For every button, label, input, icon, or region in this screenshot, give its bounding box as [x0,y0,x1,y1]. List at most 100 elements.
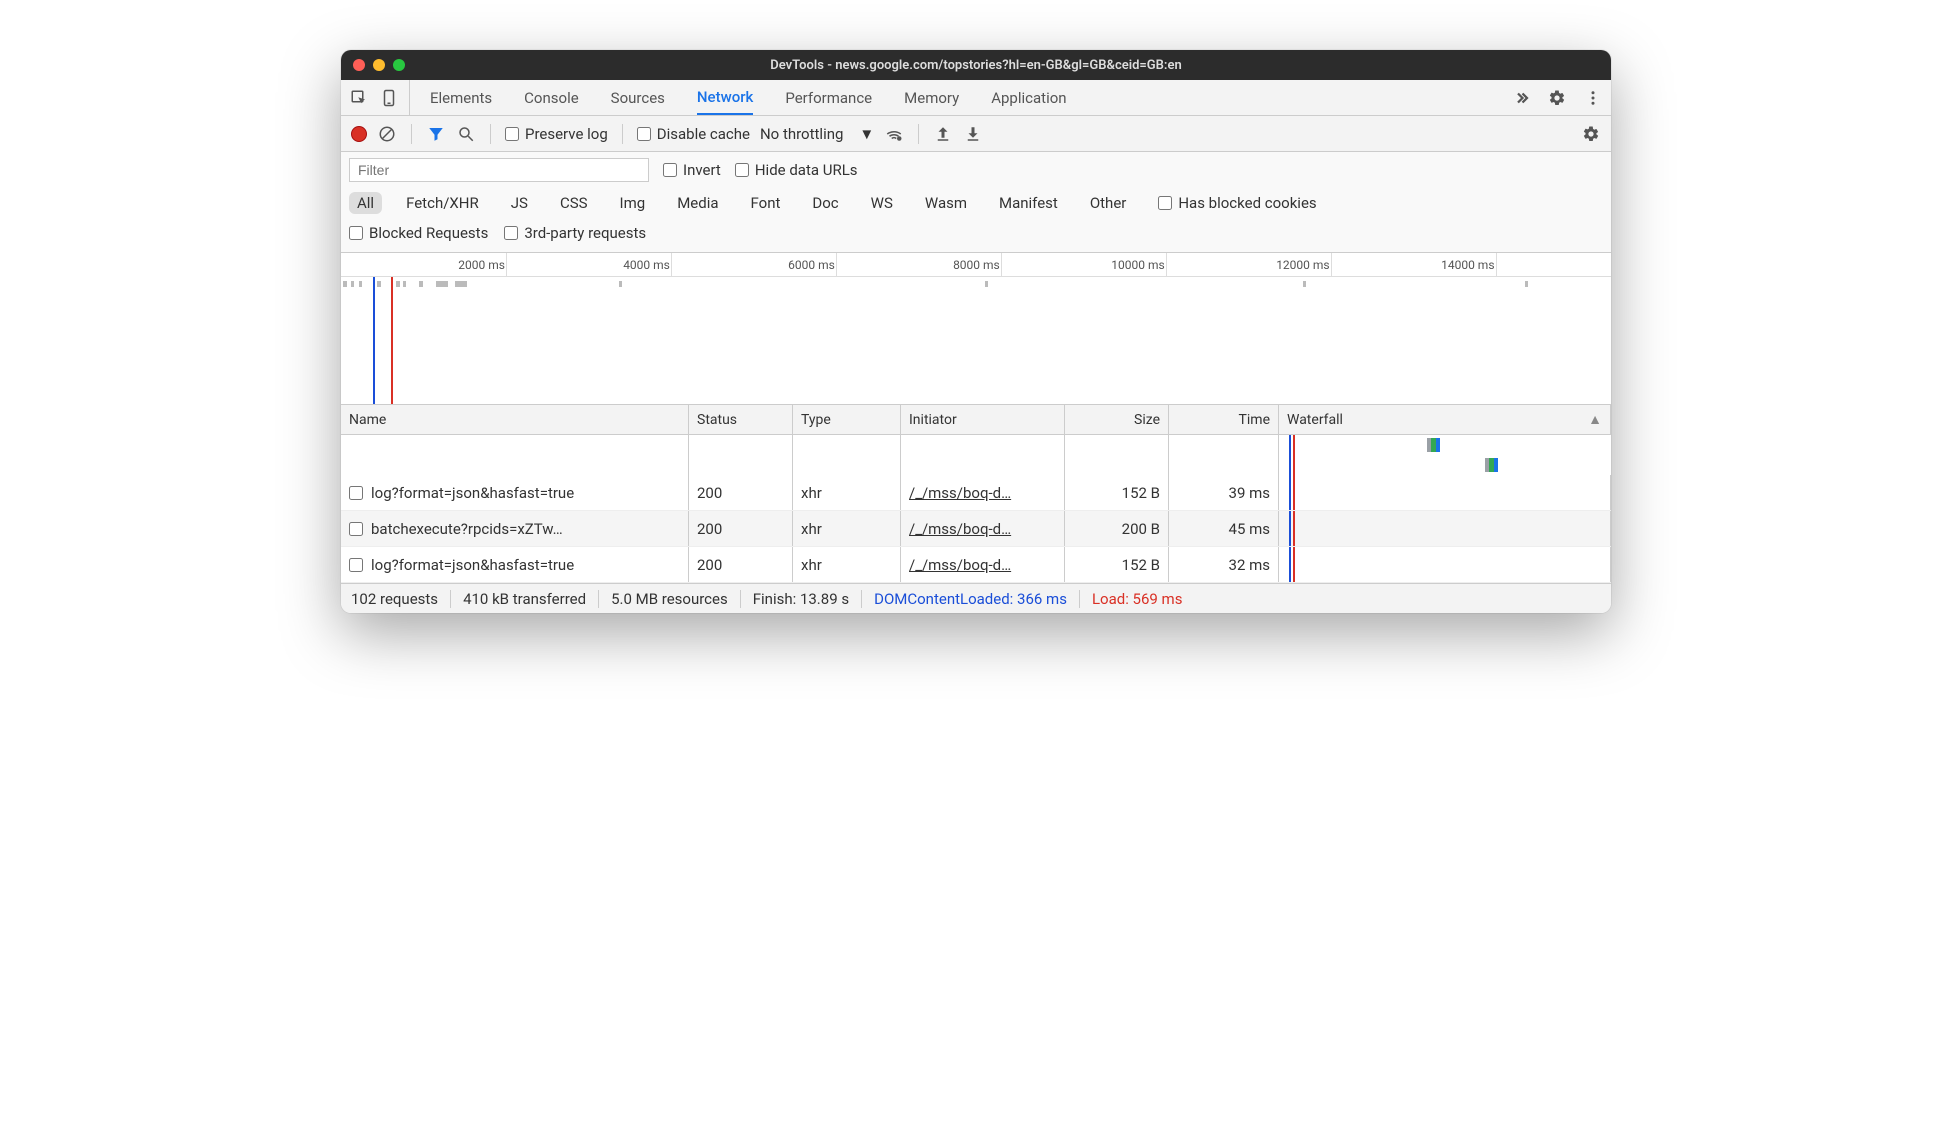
col-name[interactable]: Name [341,405,689,434]
upload-har-icon[interactable] [933,124,953,144]
request-status: 200 [689,475,793,510]
request-initiator[interactable]: /_/mss/boq-d… [909,520,1011,538]
maximize-window-button[interactable] [393,59,405,71]
tab-performance[interactable]: Performance [785,80,872,115]
filter-type-fetchxhr[interactable]: Fetch/XHR [398,192,487,214]
timeline-overview[interactable]: 2000 ms4000 ms6000 ms8000 ms10000 ms1200… [341,253,1611,405]
tab-memory[interactable]: Memory [904,80,959,115]
disable-cache-label: Disable cache [657,125,750,143]
filter-type-ws[interactable]: WS [863,192,901,214]
hide-data-urls-label: Hide data URLs [755,161,858,179]
request-size: 152 B [1065,475,1169,510]
col-size[interactable]: Size [1065,405,1169,434]
network-settings-gear-icon[interactable] [1581,124,1601,144]
inspect-element-icon[interactable] [349,88,369,108]
table-row [341,435,1611,475]
throttling-dropdown[interactable]: No throttling ▼ [760,125,874,143]
status-requests: 102 requests [351,590,451,608]
minimize-window-button[interactable] [373,59,385,71]
status-dcl: DOMContentLoaded: 366 ms [862,590,1080,608]
search-icon[interactable] [456,124,476,144]
sort-indicator-icon: ▲ [1588,411,1602,428]
chevron-down-icon: ▼ [859,125,874,143]
table-row[interactable]: log?format=json&hasfast=true 200xhr /_/mss… [341,547,1611,583]
request-initiator[interactable]: /_/mss/boq-d… [909,556,1011,574]
filter-type-js[interactable]: JS [503,192,536,214]
row-checkbox[interactable] [349,486,363,500]
col-type[interactable]: Type [793,405,901,434]
filter-type-wasm[interactable]: Wasm [917,192,975,214]
status-finish: Finish: 13.89 s [741,590,862,608]
request-table: log?format=json&hasfast=true200xhr/_/mss… [341,435,1611,583]
request-status: 200 [689,547,793,582]
request-size: 200 B [1065,511,1169,546]
request-name: log?format=json&hasfast=true [371,484,574,502]
row-checkbox[interactable] [349,522,363,536]
window-title: DevTools - news.google.com/topstories?hl… [770,58,1181,73]
table-row[interactable]: log?format=json&hasfast=true200xhr/_/mss… [341,475,1611,511]
timeline-tick: 6000 ms [836,253,841,276]
tab-sources[interactable]: Sources [611,80,665,115]
close-window-button[interactable] [353,59,365,71]
kebab-menu-icon[interactable] [1583,88,1603,108]
filter-type-other[interactable]: Other [1082,192,1135,214]
col-initiator[interactable]: Initiator [901,405,1065,434]
traffic-lights [353,59,405,71]
filter-type-media[interactable]: Media [669,192,726,214]
col-time[interactable]: Time [1169,405,1279,434]
timeline-tick: 4000 ms [671,253,676,276]
request-type: xhr [793,511,901,546]
record-button[interactable] [351,126,367,142]
table-row[interactable]: batchexecute?rpcids=xZTw…200xhr/_/mss/bo… [341,511,1611,547]
tab-console[interactable]: Console [524,80,579,115]
status-load: Load: 569 ms [1080,590,1195,608]
filter-type-all[interactable]: All [349,192,382,214]
disable-cache-checkbox[interactable]: Disable cache [637,125,750,143]
filter-input[interactable] [349,158,649,182]
has-blocked-cookies-checkbox[interactable]: Has blocked cookies [1158,194,1316,212]
filter-funnel-icon[interactable] [426,124,446,144]
timeline-tick: 14000 ms [1496,253,1501,276]
filter-type-manifest[interactable]: Manifest [991,192,1066,214]
invert-checkbox[interactable]: Invert [663,161,721,179]
request-name: batchexecute?rpcids=xZTw… [371,520,563,538]
request-waterfall [1279,475,1611,510]
panel-tabs-bar: Elements Console Sources Network Performance… [341,80,1611,116]
timeline-tick: 8000 ms [1001,253,1006,276]
tab-network[interactable]: Network [697,80,753,115]
row-checkbox[interactable] [349,558,363,572]
request-name: log?format=json&hasfast=true [371,556,574,574]
request-type: xhr [793,547,901,582]
device-toolbar-icon[interactable] [379,88,399,108]
filter-bar: Invert Hide data URLs All Fetch/XHR JS CSS I… [341,152,1611,253]
status-transferred: 410 kB transferred [451,590,599,608]
network-conditions-icon[interactable] [884,124,904,144]
timeline-tick: 12000 ms [1331,253,1336,276]
download-har-icon[interactable] [963,124,983,144]
settings-gear-icon[interactable] [1547,88,1567,108]
col-waterfall[interactable]: Waterfall ▲ [1279,405,1611,434]
preserve-log-checkbox[interactable]: Preserve log [505,125,608,143]
request-waterfall [1279,547,1611,582]
request-time: 32 ms [1169,547,1279,582]
tab-application[interactable]: Application [991,80,1066,115]
request-initiator[interactable]: /_/mss/boq-d… [909,484,1011,502]
hide-data-urls-checkbox[interactable]: Hide data URLs [735,161,858,179]
more-tabs-icon[interactable] [1511,88,1531,108]
filter-type-css[interactable]: CSS [552,192,596,214]
table-header: Name Status Type Initiator Size Time Wat… [341,405,1611,435]
request-time: 39 ms [1169,475,1279,510]
tab-elements[interactable]: Elements [430,80,492,115]
preserve-log-label: Preserve log [525,125,608,143]
third-party-checkbox[interactable]: 3rd-party requests [504,224,646,242]
blocked-requests-checkbox[interactable]: Blocked Requests [349,224,488,242]
titlebar: DevTools - news.google.com/topstories?hl… [341,50,1611,80]
clear-icon[interactable] [377,124,397,144]
request-time: 45 ms [1169,511,1279,546]
request-waterfall [1279,511,1611,546]
col-status[interactable]: Status [689,405,793,434]
filter-type-doc[interactable]: Doc [804,192,846,214]
request-size: 152 B [1065,547,1169,582]
filter-type-img[interactable]: Img [612,192,654,214]
filter-type-font[interactable]: Font [743,192,789,214]
